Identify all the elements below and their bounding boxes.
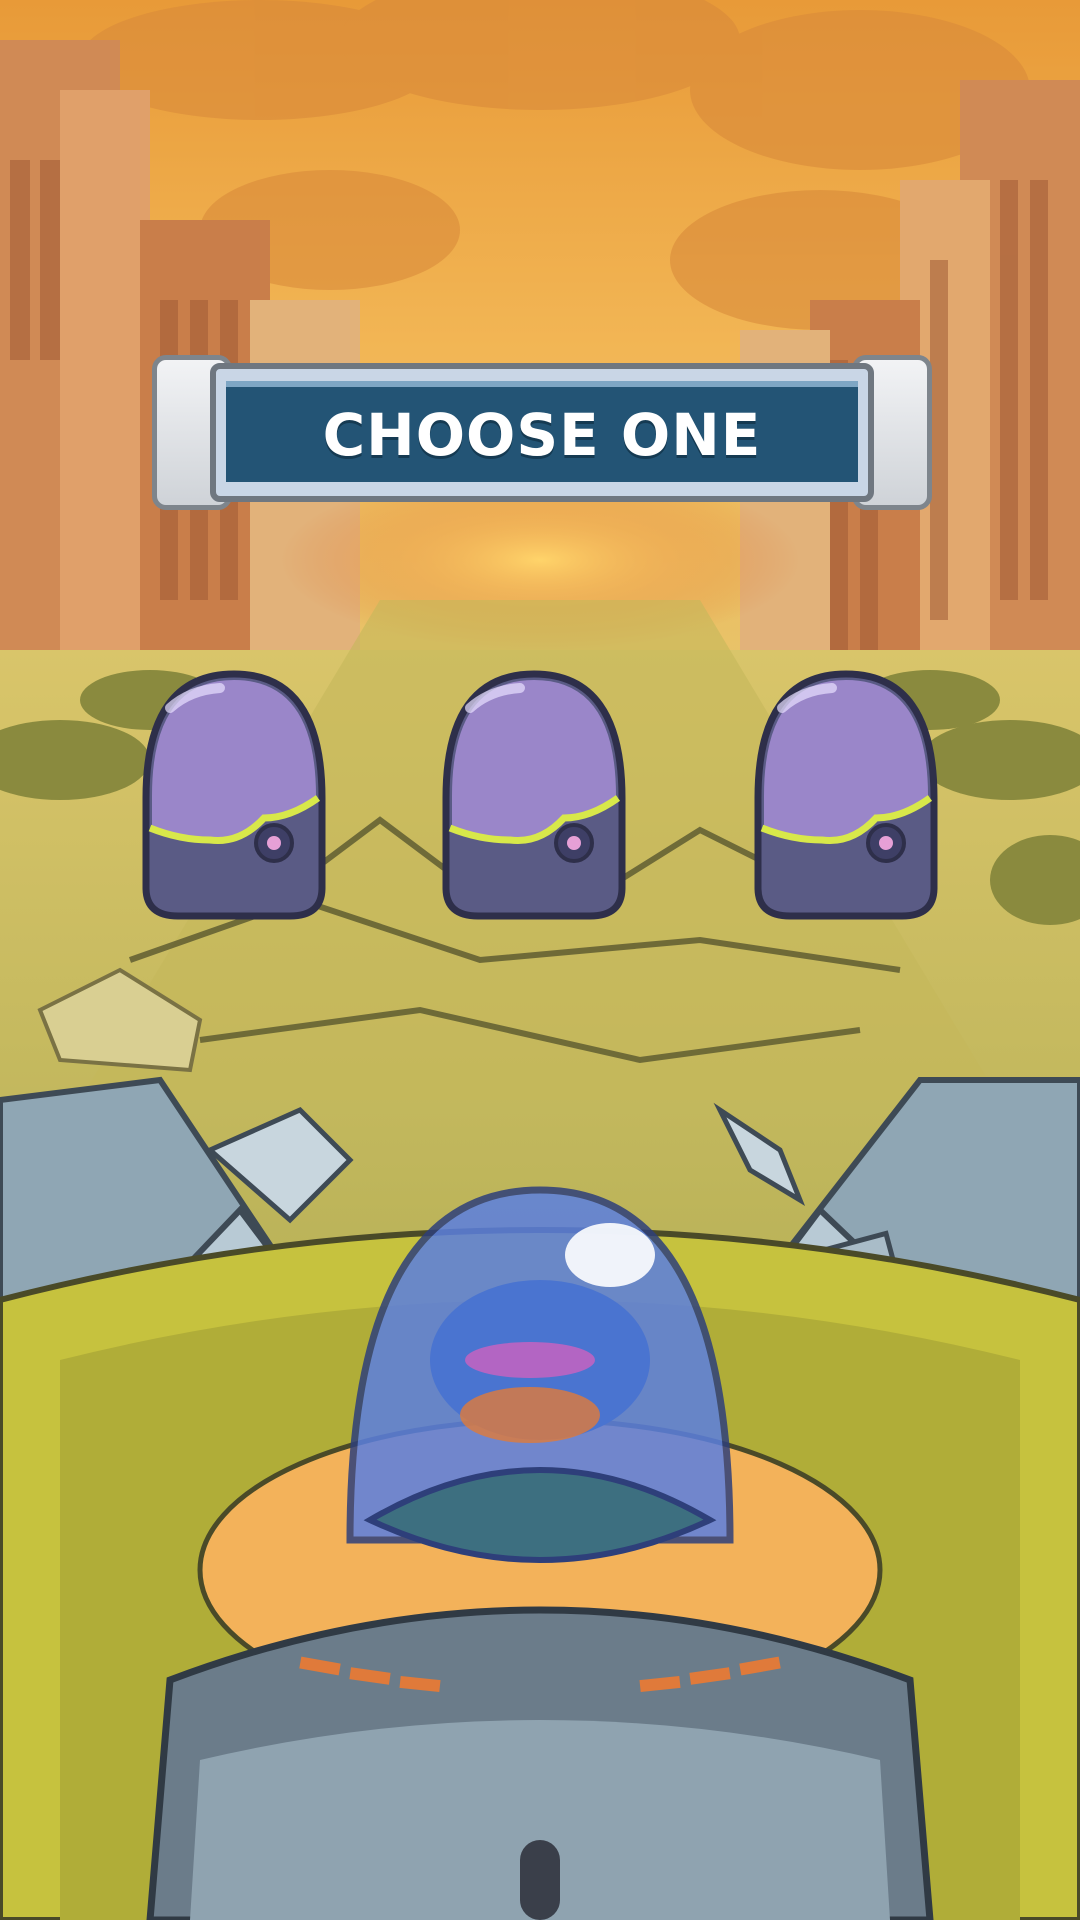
capsule-right[interactable] — [752, 668, 940, 923]
capsule-left[interactable] — [140, 668, 328, 923]
capsule-middle[interactable] — [440, 668, 628, 923]
banner-title: CHOOSE ONE — [322, 400, 762, 469]
banner-body: CHOOSE ONE — [210, 363, 874, 502]
banner-inner: CHOOSE ONE — [226, 381, 858, 482]
game-background — [0, 0, 1080, 1920]
choose-one-banner: CHOOSE ONE — [152, 355, 932, 510]
